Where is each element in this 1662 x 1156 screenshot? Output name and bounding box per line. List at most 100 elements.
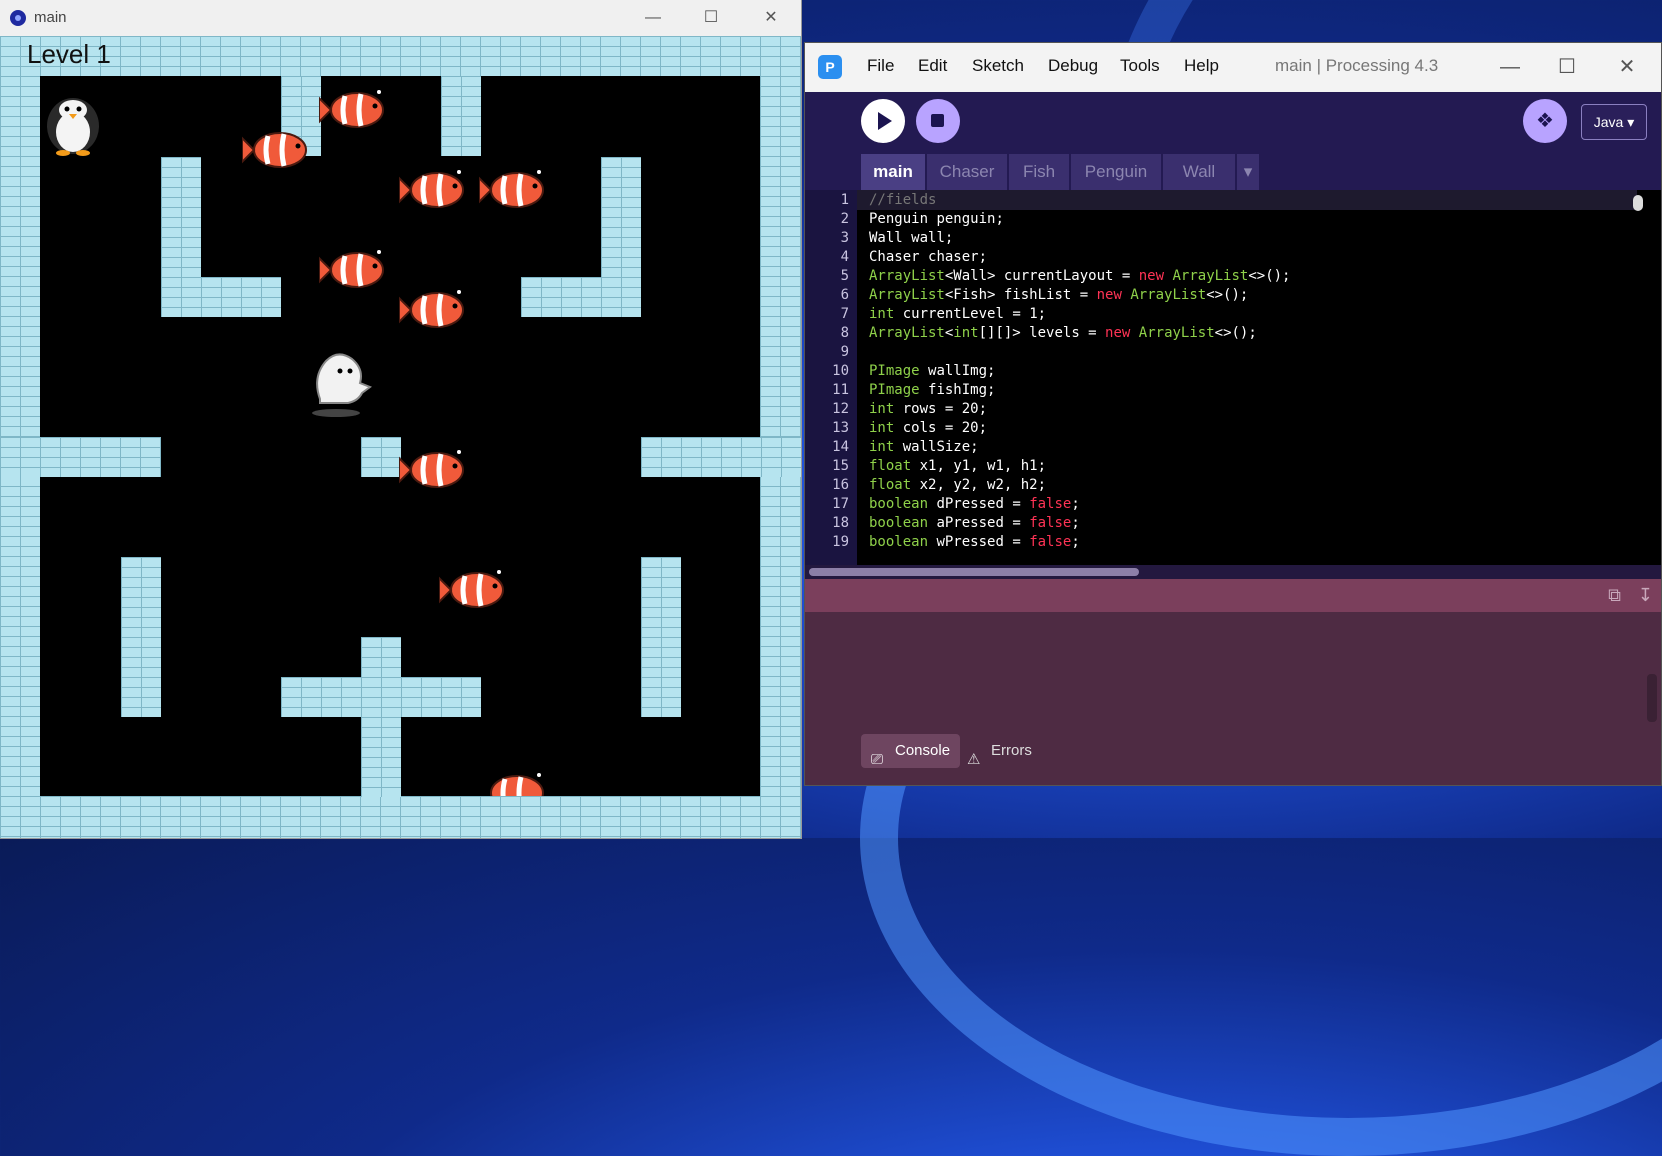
terminal-icon: ⎚ (871, 751, 884, 768)
fish-sprite (242, 132, 307, 168)
code-line: ArrayList<Fish> fishList = new ArrayList… (869, 287, 1249, 303)
console-tab[interactable]: ⎚ Console (861, 734, 961, 768)
wall-bottom (0, 796, 801, 838)
code-line: int currentLevel = 1; (869, 306, 1047, 322)
line-number: 14 (832, 439, 849, 455)
wall-block (361, 437, 401, 477)
errors-tab[interactable]: ⚠ Errors (957, 734, 1042, 768)
code-line: //fields (869, 192, 937, 208)
editor-horizontal-scrollbar[interactable] (809, 568, 1139, 576)
fish-sprite (439, 570, 504, 608)
clear-console-icon[interactable]: ↧ (1638, 585, 1653, 606)
code-line: float x1, y1, w1, h1; (869, 458, 1047, 474)
debugger-button[interactable]: ❖ (1523, 99, 1567, 143)
game-titlebar[interactable]: main — ☐ ✕ (0, 0, 801, 36)
line-number: 8 (840, 325, 849, 341)
code-line: int wallSize; (869, 439, 979, 455)
tab-menu-dropdown[interactable]: ▾ (1237, 154, 1259, 190)
code-editor[interactable]: 1 2 3 4 5 6 7 8 9 10 11 12 13 14 15 16 17 18 19 //fields Pe… (805, 190, 1661, 565)
close-icon[interactable]: ✕ (1607, 53, 1647, 81)
warning-icon: ⚠ (967, 751, 981, 768)
tab-main[interactable]: main (861, 154, 925, 190)
menu-tools[interactable]: Tools (1120, 56, 1160, 76)
wall-block (641, 557, 681, 717)
line-number: 12 (832, 401, 849, 417)
line-number: 4 (840, 249, 849, 265)
code-line: float x2, y2, w2, h2; (869, 477, 1047, 493)
wall-top (0, 36, 801, 76)
line-number: 17 (832, 496, 849, 512)
console-output[interactable] (805, 612, 1661, 724)
wall-block (281, 677, 481, 717)
editor-horizontal-scrollbar-track[interactable] (805, 565, 1661, 579)
ghost-chaser-sprite (312, 353, 372, 417)
code-line: Wall wall; (869, 230, 954, 246)
line-number: 15 (832, 458, 849, 474)
close-icon[interactable]: ✕ (749, 6, 793, 30)
stop-button[interactable] (916, 99, 960, 143)
wall-block (641, 437, 801, 477)
maximize-icon[interactable]: ☐ (689, 6, 733, 30)
fish-sprite (399, 290, 464, 328)
game-window-title: main (34, 9, 67, 26)
tab-penguin[interactable]: Penguin (1071, 154, 1161, 190)
minimize-icon[interactable]: — (631, 6, 675, 30)
line-number-gutter: 1 2 3 4 5 6 7 8 9 10 11 12 13 14 15 16 17 18 19 (805, 190, 857, 565)
current-line-highlight (857, 190, 1637, 210)
line-number: 7 (840, 306, 849, 322)
run-button[interactable] (861, 99, 905, 143)
minimize-icon[interactable]: — (1490, 53, 1530, 81)
menu-file[interactable]: File (867, 56, 894, 76)
mode-selector[interactable]: Java ▾ (1581, 104, 1647, 140)
menu-help[interactable]: Help (1184, 56, 1219, 76)
console-scrollbar[interactable] (1647, 674, 1657, 722)
game-canvas[interactable]: Level 1 (0, 36, 801, 838)
processing-ide-window[interactable]: P File Edit Sketch Debug Tools Help main… (805, 43, 1661, 785)
line-number: 3 (840, 230, 849, 246)
fish-sprite (319, 250, 384, 288)
tab-wall[interactable]: Wall (1163, 154, 1235, 190)
fish-sprite (319, 90, 384, 128)
code-line: ArrayList<Wall> currentLayout = new Arra… (869, 268, 1291, 284)
console-tabs: ⎚ Console ⚠ Errors (805, 724, 1661, 785)
level-label: Level 1 (27, 39, 111, 69)
line-number: 2 (840, 211, 849, 227)
code-line: PImage fishImg; (869, 382, 996, 398)
ide-menubar: P File Edit Sketch Debug Tools Help main… (805, 43, 1661, 92)
tab-chaser[interactable]: Chaser (927, 154, 1007, 190)
line-number: 19 (832, 534, 849, 550)
code-line: PImage wallImg; (869, 363, 996, 379)
line-number: 10 (832, 363, 849, 379)
copy-console-icon[interactable]: ⧉ (1608, 585, 1621, 606)
menu-debug[interactable]: Debug (1048, 56, 1098, 76)
game-window[interactable]: main — ☐ ✕ Level 1 (0, 0, 801, 838)
wall-block (361, 637, 401, 797)
wall-block (521, 277, 641, 317)
code-line: ArrayList<int[][]> levels = new ArrayLis… (869, 325, 1257, 341)
fish-sprite (399, 450, 464, 488)
code-line: Penguin penguin; (869, 211, 1004, 227)
maximize-icon[interactable]: ☐ (1547, 53, 1587, 81)
fish-sprite (399, 170, 464, 208)
line-number: 11 (832, 382, 849, 398)
fish-sprite (479, 170, 544, 208)
wall-block (0, 437, 161, 477)
code-line: boolean wPressed = false; (869, 534, 1080, 550)
wall-block (161, 277, 281, 317)
console-tab-label: Console (895, 742, 951, 759)
penguin-sprite (47, 98, 99, 156)
tab-fish[interactable]: Fish (1009, 154, 1069, 190)
line-number: 1 (840, 192, 849, 208)
menu-edit[interactable]: Edit (918, 56, 947, 76)
processing-logo-icon: P (818, 55, 842, 79)
code-line: int rows = 20; (869, 401, 988, 417)
errors-tab-label: Errors (991, 742, 1032, 759)
wall-block (441, 76, 481, 156)
editor-vertical-scrollbar[interactable] (1633, 195, 1643, 211)
code-line: Chaser chaser; (869, 249, 988, 265)
menu-sketch[interactable]: Sketch (972, 56, 1024, 76)
ide-window-title: main | Processing 4.3 (1275, 56, 1439, 75)
console-header: ⧉ ↧ (805, 579, 1661, 612)
line-number: 9 (840, 344, 849, 360)
processing-app-icon (10, 10, 26, 26)
